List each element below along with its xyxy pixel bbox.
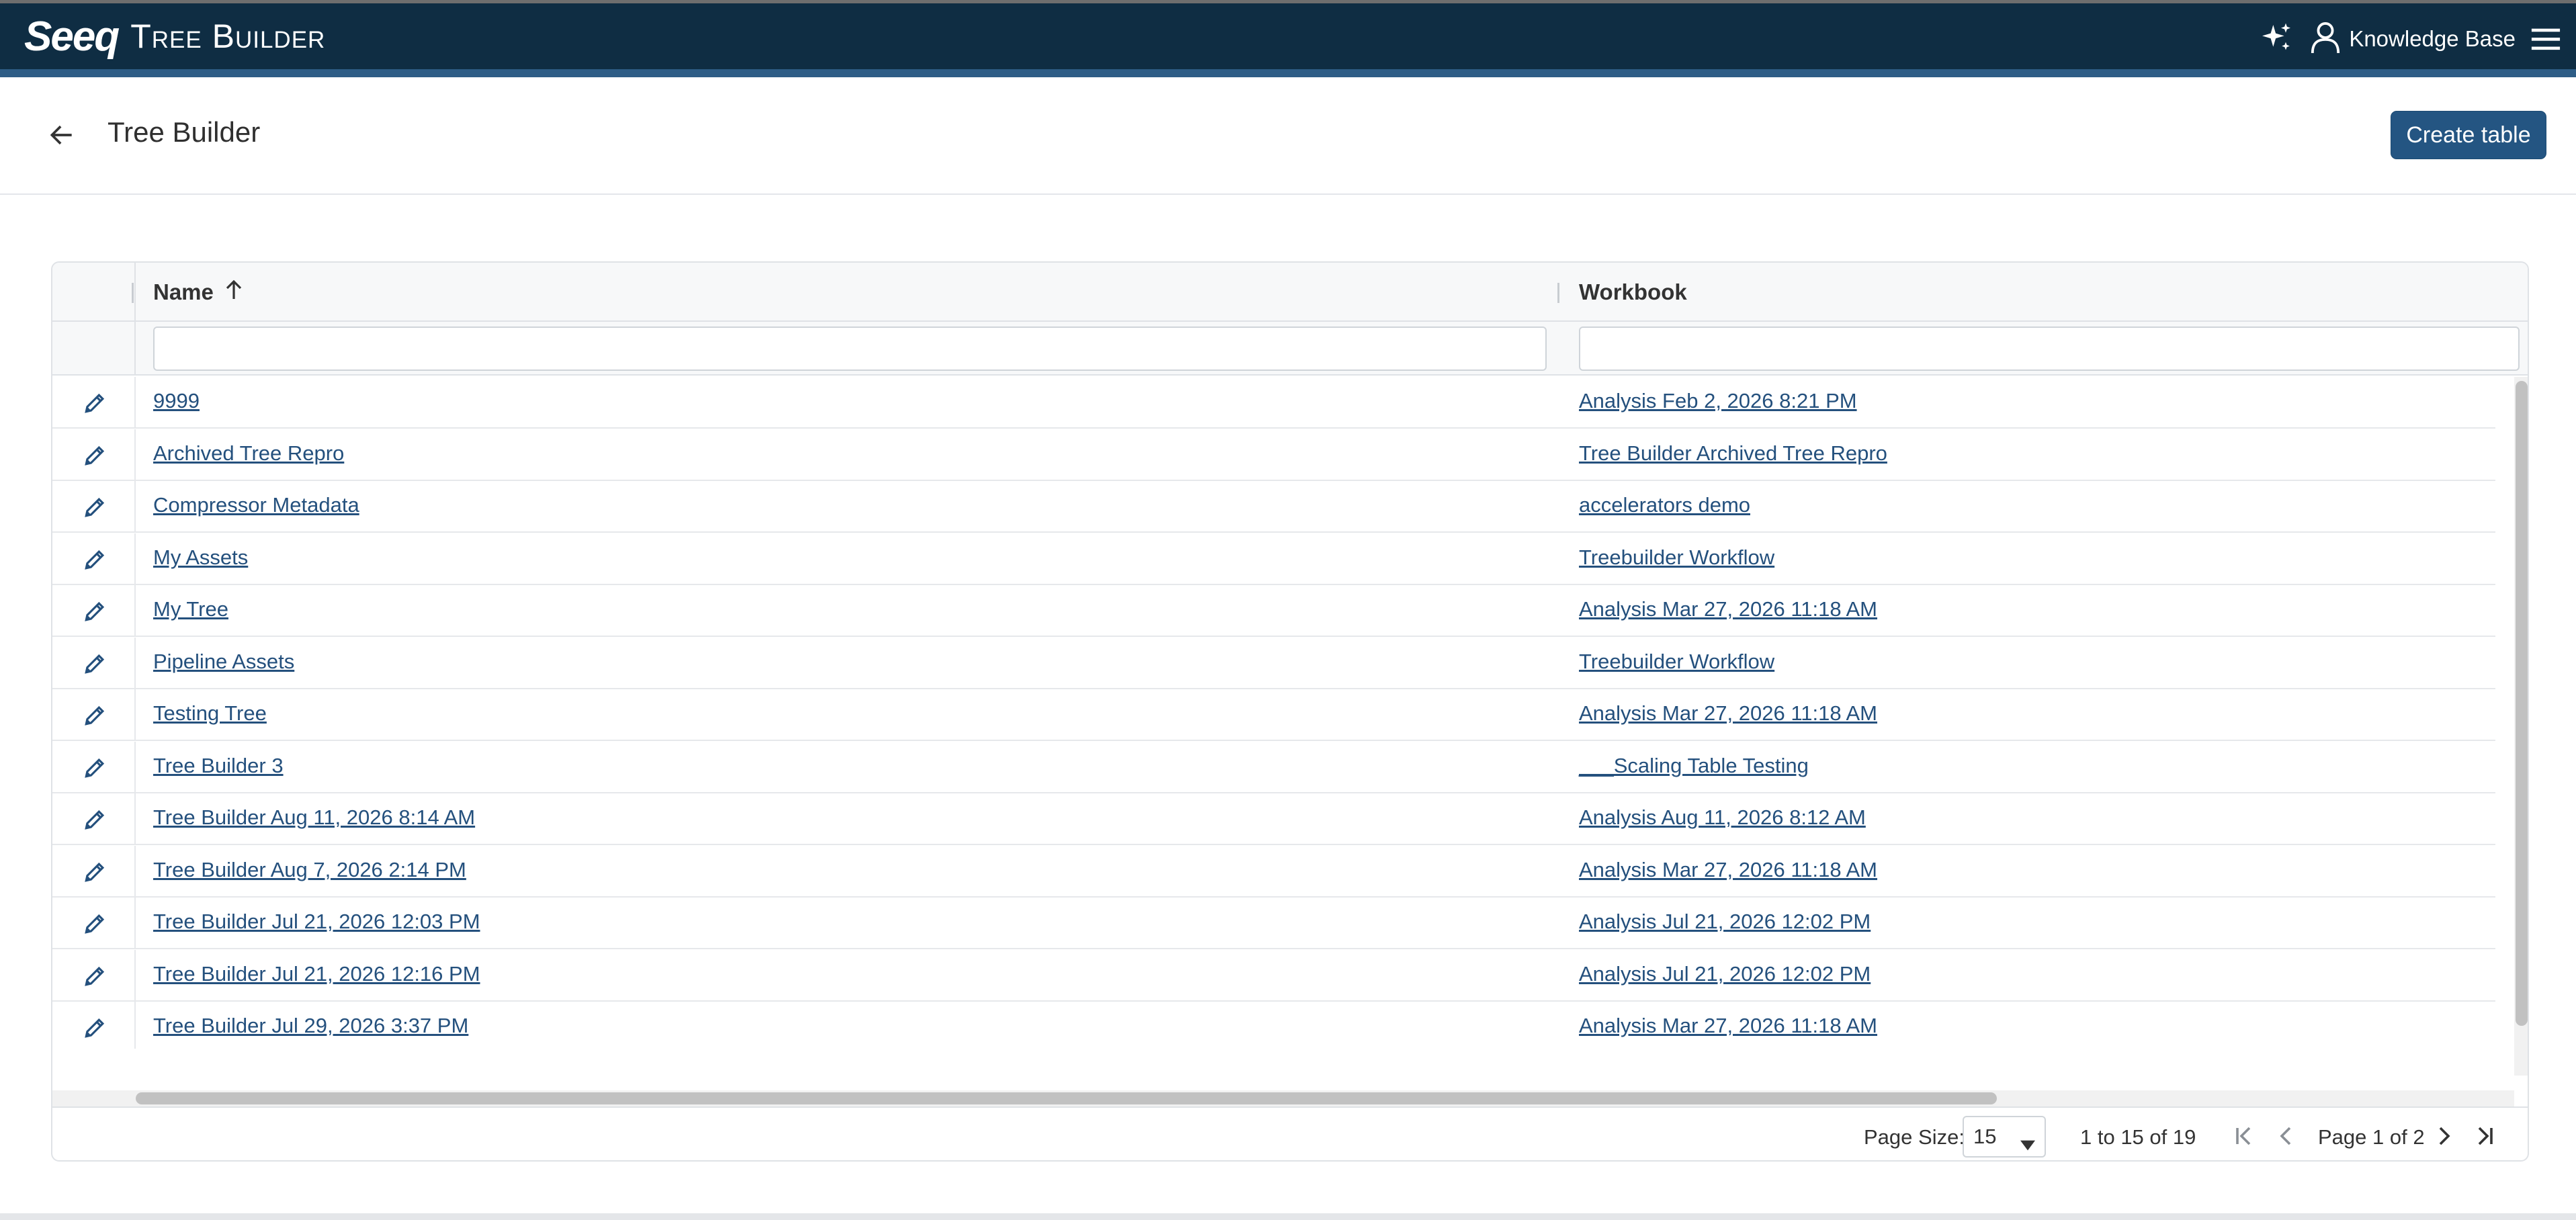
tree-name-link[interactable]: Pipeline Assets <box>153 650 294 674</box>
page-bottom-band <box>0 1213 2576 1220</box>
vertical-scrollbar-thumb[interactable] <box>2516 381 2528 1026</box>
name-filter-input[interactable] <box>153 326 1547 371</box>
column-header-name[interactable]: Name <box>153 263 243 322</box>
page-size-select[interactable]: 15 <box>1963 1116 2046 1158</box>
workbook-link[interactable]: accelerators demo <box>1579 493 1750 517</box>
workbook-link[interactable]: Analysis Feb 2, 2026 8:21 PM <box>1579 389 1857 413</box>
table-row: Archived Tree Repro Tree Builder Archived… <box>52 429 2495 481</box>
page-title: Tree Builder <box>108 116 261 148</box>
tree-table-grid: Name Workbook 9999 Analysis Feb 2, 2026 8… <box>51 261 2529 1162</box>
pencil-icon[interactable] <box>82 703 108 728</box>
table-row: My Assets Treebuilder Workflow <box>52 533 2495 585</box>
tree-name-link[interactable]: 9999 <box>153 389 200 413</box>
previous-page-icon[interactable] <box>2272 1123 2299 1149</box>
tree-name-link[interactable]: Compressor Metadata <box>153 493 359 517</box>
knowledge-base-link[interactable]: Knowledge Base <box>2310 20 2516 58</box>
table-row: Pipeline Assets Treebuilder Workflow <box>52 638 2495 689</box>
knowledge-base-label: Knowledge Base <box>2349 26 2516 51</box>
workbook-link[interactable]: Treebuilder Workflow <box>1579 546 1774 570</box>
tree-name-link[interactable]: Tree Builder Aug 11, 2026 8:14 AM <box>153 805 475 830</box>
workbook-link[interactable]: Tree Builder Archived Tree Repro <box>1579 441 1887 466</box>
pencil-icon[interactable] <box>82 755 108 781</box>
pencil-icon[interactable] <box>82 390 108 416</box>
workbook-link[interactable]: Treebuilder Workflow <box>1579 650 1774 674</box>
pagination-bar: Page Size: 15 1 to 15 of 19 Page 1 of 2 <box>52 1106 2528 1160</box>
hamburger-menu-icon[interactable] <box>2530 26 2561 52</box>
create-table-button[interactable]: Create table <box>2391 111 2546 159</box>
page-size-value: 15 <box>1973 1125 1997 1148</box>
workbook-link[interactable]: ___Scaling Table Testing <box>1579 754 1809 778</box>
horizontal-scrollbar-thumb[interactable] <box>136 1092 1997 1104</box>
workbook-link[interactable]: Analysis Mar 27, 2026 11:18 AM <box>1579 597 1877 621</box>
page-indicator: Page 1 of 2 <box>2318 1125 2425 1149</box>
brand[interactable]: Seeq Tree Builder <box>24 13 325 60</box>
pencil-icon[interactable] <box>82 807 108 832</box>
column-header-workbook[interactable]: Workbook <box>1579 263 1687 322</box>
table-row: Tree Builder Jul 21, 2026 12:16 PM Analys… <box>52 950 2495 1002</box>
tree-name-link[interactable]: My Assets <box>153 546 248 570</box>
table-row: Tree Builder Aug 11, 2026 8:14 AM Analysi… <box>52 793 2495 845</box>
workbook-link[interactable]: Analysis Jul 21, 2026 12:02 PM <box>1579 910 1871 934</box>
pencil-icon[interactable] <box>82 494 108 520</box>
column-header-name-label: Name <box>153 279 214 304</box>
pencil-icon[interactable] <box>82 1015 108 1041</box>
table-row: 9999 Analysis Feb 2, 2026 8:21 PM <box>52 377 2495 429</box>
table-row: Tree Builder Jul 21, 2026 12:03 PM Analys… <box>52 898 2495 949</box>
pencil-icon[interactable] <box>82 547 108 572</box>
workbook-link[interactable]: Analysis Mar 27, 2026 11:18 AM <box>1579 1014 1877 1038</box>
first-page-icon[interactable] <box>2231 1123 2258 1149</box>
pencil-icon[interactable] <box>82 859 108 885</box>
chevron-down-icon <box>2020 1132 2035 1156</box>
table-row: My Tree Analysis Mar 27, 2026 11:18 AM <box>52 585 2495 637</box>
workbook-link[interactable]: Analysis Mar 27, 2026 11:18 AM <box>1579 858 1877 882</box>
workbook-link[interactable]: Analysis Aug 11, 2026 8:12 AM <box>1579 805 1866 830</box>
sort-ascending-icon[interactable] <box>224 279 243 306</box>
table-row: Tree Builder Jul 29, 2026 3:37 PM Analysi… <box>52 1002 2495 1049</box>
back-arrow-icon[interactable] <box>47 120 77 150</box>
app-name: Tree Builder <box>130 17 326 55</box>
last-page-icon[interactable] <box>2471 1123 2498 1149</box>
next-page-icon[interactable] <box>2431 1123 2458 1149</box>
column-header-workbook-label: Workbook <box>1579 279 1687 304</box>
grid-header-row: Name Workbook <box>52 263 2528 322</box>
sparkle-icon[interactable] <box>2258 20 2295 58</box>
table-row: Compressor Metadata accelerators demo <box>52 481 2495 533</box>
top-navigation-bar: Seeq Tree Builder Knowledge Base <box>0 0 2576 77</box>
tree-name-link[interactable]: Archived Tree Repro <box>153 441 344 466</box>
table-row: Tree Builder 3 ___Scaling Table Testing <box>52 742 2495 793</box>
grid-body: 9999 Analysis Feb 2, 2026 8:21 PM Archived… <box>52 377 2495 1049</box>
pencil-icon[interactable] <box>82 651 108 677</box>
seeq-logo: Seeq <box>24 13 120 60</box>
tree-name-link[interactable]: My Tree <box>153 597 228 621</box>
tree-name-link[interactable]: Tree Builder Jul 21, 2026 12:16 PM <box>153 962 480 986</box>
tree-name-link[interactable]: Tree Builder 3 <box>153 754 284 778</box>
tree-name-link[interactable]: Tree Builder Jul 29, 2026 3:37 PM <box>153 1014 468 1038</box>
table-row: Testing Tree Analysis Mar 27, 2026 11:18 … <box>52 689 2495 741</box>
tree-name-link[interactable]: Tree Builder Jul 21, 2026 12:03 PM <box>153 910 480 934</box>
pencil-icon[interactable] <box>82 443 108 468</box>
row-range-text: 1 to 15 of 19 <box>2080 1125 2196 1149</box>
tree-name-link[interactable]: Testing Tree <box>153 701 267 726</box>
top-right-controls: Knowledge Base <box>2258 18 2561 60</box>
workbook-filter-input[interactable] <box>1579 326 2520 371</box>
pencil-icon[interactable] <box>82 911 108 936</box>
page-size-label: Page Size: <box>1864 1125 1965 1149</box>
workbook-link[interactable]: Analysis Mar 27, 2026 11:18 AM <box>1579 701 1877 726</box>
column-resize-handle[interactable] <box>1557 283 1559 303</box>
table-row: Tree Builder Aug 7, 2026 2:14 PM Analysis… <box>52 846 2495 898</box>
pencil-icon[interactable] <box>82 599 108 624</box>
page-header: Tree Builder Create table <box>0 77 2576 195</box>
pencil-icon[interactable] <box>82 963 108 989</box>
tree-name-link[interactable]: Tree Builder Aug 7, 2026 2:14 PM <box>153 858 466 882</box>
workbook-link[interactable]: Analysis Jul 21, 2026 12:02 PM <box>1579 962 1871 986</box>
user-icon <box>2310 20 2341 58</box>
selection-column-header <box>52 263 136 376</box>
